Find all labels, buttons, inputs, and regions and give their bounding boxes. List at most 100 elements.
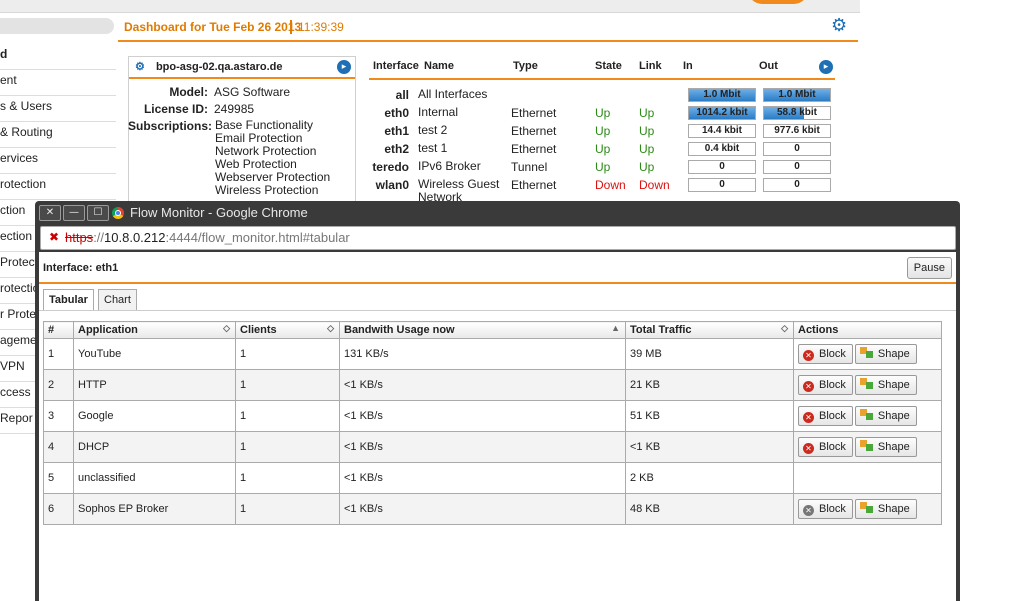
actions-cell [793, 462, 942, 494]
device-settings-icon: ⚙ [135, 61, 145, 73]
in-rate: 14.4 kbit [701, 125, 743, 136]
block-icon: ✕ [803, 381, 814, 392]
license-row: License ID: 249985 [128, 102, 254, 116]
col-bandwidth[interactable]: Bandwith Usage now ▲ [339, 321, 626, 339]
interface-type: Ethernet [511, 142, 557, 156]
sort-asc-icon[interactable]: ▲ [611, 323, 620, 333]
clients-count: 1 [235, 431, 340, 463]
table-row: 3 Google 1 <1 KB/s 51 KB ✕ Block Shape [43, 400, 942, 432]
url-scheme: https [65, 230, 94, 245]
interface-state: Up [595, 160, 611, 174]
col-application[interactable]: Application ◇ [73, 321, 236, 339]
row-number: 5 [43, 462, 74, 494]
block-button[interactable]: ✕ Block [798, 406, 853, 426]
shape-button[interactable]: Shape [854, 375, 917, 395]
interface-type: Tunnel [511, 160, 548, 174]
block-button[interactable]: ✕ Block [798, 375, 853, 395]
out-rate-bar: 0 [763, 178, 831, 192]
out-rate: 0 [794, 143, 800, 154]
tab-tabular[interactable]: Tabular [43, 289, 94, 310]
block-icon: ✕ [803, 412, 814, 423]
flow-table: # Application ◇ Clients ◇ Bandwith Usage n… [43, 321, 942, 525]
info-arrow-icon[interactable]: ▸ [337, 60, 351, 74]
interface-row: all All Interfaces 1.0 Mbit 1.0 Mbit [369, 88, 835, 106]
out-rate-bar: 58.8 kbit [763, 106, 831, 120]
search-pill[interactable] [0, 18, 114, 34]
maximize-window-button[interactable]: ☐ [87, 205, 109, 221]
application-name: unclassified [73, 462, 236, 494]
tab-underline [39, 310, 956, 311]
tab-chart[interactable]: Chart [98, 289, 137, 310]
out-rate-bar: 0 [763, 160, 831, 174]
block-icon: ✕ [803, 505, 814, 516]
sidebar-item[interactable]: ervices [0, 148, 116, 174]
interface-link: Down [639, 178, 670, 192]
actions-cell: ✕ Block Shape [793, 431, 942, 463]
sidebar-item[interactable]: & Routing [0, 122, 116, 148]
interface-name: Internal [418, 105, 459, 119]
sidebar-item[interactable]: rotection [0, 174, 116, 200]
url-path: :4444/flow_monitor.html#tabular [165, 230, 350, 245]
shape-button[interactable]: Shape [854, 344, 917, 364]
device-hostname: bpo-asg-02.qa.astaro.de [155, 61, 283, 73]
shape-icon [859, 502, 874, 513]
total-traffic: 48 KB [625, 493, 794, 525]
interface-name: IPv6 Broker [418, 159, 481, 173]
clients-count: 1 [235, 338, 340, 370]
subscriptions-label: Subscriptions: [128, 119, 213, 133]
shape-button[interactable]: Shape [854, 437, 917, 457]
col-total-traffic[interactable]: Total Traffic ◇ [625, 321, 794, 339]
col-state: State [595, 60, 622, 72]
clients-count: 1 [235, 400, 340, 432]
address-bar[interactable]: ✖ https://10.8.0.212:4444/flow_monitor.h… [40, 226, 956, 250]
block-button[interactable]: ✕ Block [798, 499, 853, 519]
in-rate-bar: 1.0 Mbit [688, 88, 756, 102]
subscriptions-row: Subscriptions: [128, 119, 214, 133]
bandwidth-now: <1 KB/s [339, 369, 626, 401]
sidebar-item[interactable]: d [0, 44, 116, 70]
url-separator: :// [93, 230, 105, 245]
interfaces-info-icon[interactable]: ▸ [819, 60, 833, 74]
interface-id: eth2 [384, 142, 409, 156]
shape-icon [859, 409, 874, 420]
sort-icon[interactable]: ◇ [223, 323, 230, 334]
device-info-header: ⚙ bpo-asg-02.qa.astaro.de [129, 57, 355, 79]
block-button[interactable]: ✕ Block [798, 437, 853, 457]
sidebar-item[interactable]: ent [0, 70, 116, 96]
interface-name: test 1 [418, 141, 448, 155]
close-window-button[interactable]: ✕ [39, 205, 61, 221]
interface-name: All Interfaces [418, 87, 488, 101]
pause-button[interactable]: Pause [906, 257, 952, 279]
gear-icon[interactable]: ⚙ [831, 17, 849, 35]
total-traffic: 51 KB [625, 400, 794, 432]
col-clients[interactable]: Clients ◇ [235, 321, 340, 339]
shape-icon [859, 378, 874, 389]
shape-button[interactable]: Shape [854, 499, 917, 519]
sort-icon[interactable]: ◇ [327, 323, 334, 334]
broken-lock-icon[interactable]: ✖ [49, 230, 61, 244]
interface-state: Up [595, 124, 611, 138]
table-row: 4 DHCP 1 <1 KB/s <1 KB ✕ Block Shape [43, 431, 942, 463]
license-value: 249985 [214, 102, 255, 116]
out-rate: 1.0 Mbit [778, 89, 816, 100]
top-bar [0, 0, 860, 13]
block-button[interactable]: ✕ Block [798, 344, 853, 364]
actions-cell: ✕ Block Shape [793, 493, 942, 525]
clients-count: 1 [235, 462, 340, 494]
out-rate-bar: 977.6 kbit [763, 124, 831, 138]
out-rate: 58.8 kbit [776, 107, 818, 118]
in-rate-bar: 0 [688, 160, 756, 174]
interface-type: Ethernet [511, 178, 557, 192]
shape-button[interactable]: Shape [854, 406, 917, 426]
sort-icon[interactable]: ◇ [781, 323, 788, 334]
interface-type: Ethernet [511, 124, 557, 138]
interface-id: teredo [372, 160, 409, 174]
dashboard-title: Dashboard for Tue Feb 26 2013 [124, 20, 302, 34]
minimize-window-button[interactable]: — [63, 205, 85, 221]
url-text[interactable]: https://10.8.0.212:4444/flow_monitor.htm… [65, 230, 350, 245]
application-name: HTTP [73, 369, 236, 401]
sidebar-item[interactable]: s & Users [0, 96, 116, 122]
table-row: 2 HTTP 1 <1 KB/s 21 KB ✕ Block Shape [43, 369, 942, 401]
interface-state: Up [595, 106, 611, 120]
interface-row: eth1 test 2 Ethernet Up Up 14.4 kbit 977.6 kbi… [369, 124, 835, 142]
